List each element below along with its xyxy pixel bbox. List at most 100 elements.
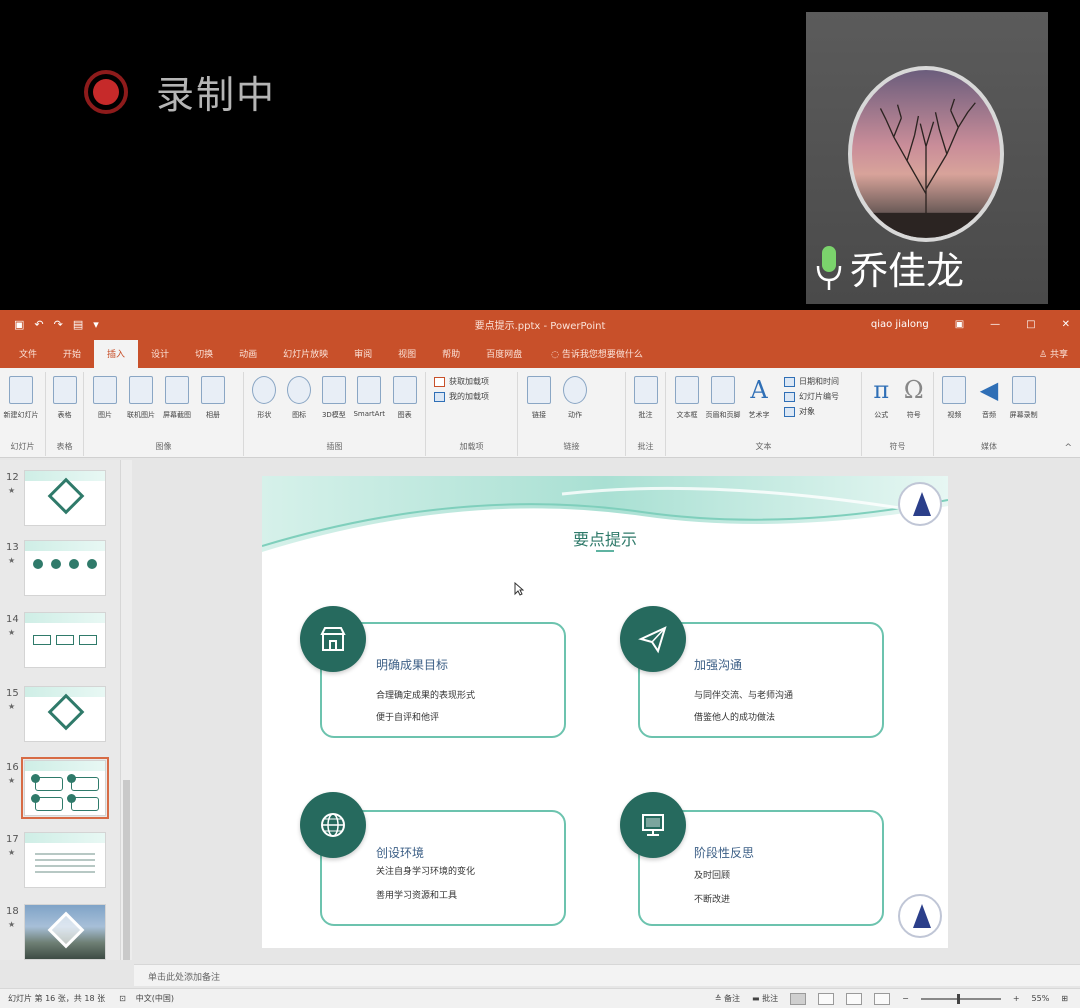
- pictures-button[interactable]: 图片: [90, 374, 120, 420]
- thumbnail-item[interactable]: 17 ★: [0, 832, 118, 896]
- tell-me-search[interactable]: ◌ 告诉我您想要做什么: [551, 347, 643, 368]
- notes-pane[interactable]: 单击此处添加备注: [134, 964, 1080, 986]
- avatar: [848, 66, 1004, 242]
- group-label: 媒体: [981, 442, 997, 451]
- reading-view-button[interactable]: [846, 992, 863, 1005]
- comment-button[interactable]: 批注: [632, 374, 659, 420]
- animation-star-icon: ★: [8, 556, 16, 565]
- photo-album-label: 相册: [206, 411, 220, 419]
- action-icon: [563, 376, 587, 404]
- my-addins-icon: [434, 391, 445, 402]
- participant-video-tile[interactable]: 乔佳龙: [806, 12, 1048, 304]
- zoom-out-icon[interactable]: −: [902, 994, 909, 1003]
- tab-transitions[interactable]: 切换: [182, 347, 226, 368]
- object-button[interactable]: 对象: [784, 406, 839, 417]
- tab-slideshow[interactable]: 幻灯片放映: [270, 347, 341, 368]
- icons-button[interactable]: 图标: [285, 374, 314, 420]
- slideshow-view-button[interactable]: [874, 992, 891, 1005]
- zoom-in-icon[interactable]: +: [1013, 994, 1020, 1003]
- video-button[interactable]: 视频: [940, 374, 969, 420]
- zoom-level[interactable]: 55%: [1032, 994, 1050, 1003]
- slide-canvas[interactable]: 要点提示 明确成果目标 合理确定成果的表现形式 便于自评和他评 加强沟通 与同伴…: [262, 476, 948, 948]
- photo-album-button[interactable]: 相册: [198, 374, 228, 420]
- thumbnail-item[interactable]: 14 ★: [0, 612, 118, 676]
- collapse-ribbon-icon[interactable]: ^: [1064, 443, 1072, 453]
- thumbnail-item[interactable]: 12 ★: [0, 470, 118, 534]
- ribbon-display-options-icon[interactable]: ▣: [955, 319, 964, 330]
- comments-toggle-button[interactable]: ▬ 批注: [752, 993, 778, 1004]
- header-footer-button[interactable]: 页眉和页脚: [705, 374, 741, 420]
- fit-to-window-icon[interactable]: ⊞: [1061, 994, 1068, 1003]
- shapes-button[interactable]: 形状: [250, 374, 279, 420]
- screen-recording-label: 屏幕录制: [1009, 411, 1038, 419]
- new-slide-button[interactable]: 新建幻灯片: [4, 374, 39, 420]
- microphone-icon: [816, 245, 842, 290]
- calendar-icon: [784, 376, 795, 387]
- account-name[interactable]: qiao jialong: [871, 319, 929, 330]
- screenshot-label: 屏幕截图: [163, 411, 191, 419]
- screen-recording-button[interactable]: 屏幕录制: [1009, 374, 1038, 420]
- screenshot-button[interactable]: 屏幕截图: [162, 374, 192, 420]
- animation-star-icon: ★: [8, 776, 16, 785]
- date-time-label: 日期和时间: [799, 377, 839, 386]
- share-button[interactable]: ♙ 共享: [1039, 347, 1068, 360]
- table-button[interactable]: 表格: [52, 374, 77, 420]
- minimize-icon[interactable]: —: [990, 319, 1000, 330]
- shapes-label: 形状: [257, 411, 272, 419]
- tab-view[interactable]: 视图: [385, 347, 429, 368]
- wordart-icon: A: [750, 376, 768, 404]
- link-button[interactable]: 链接: [524, 374, 554, 420]
- textbox-icon: [675, 376, 699, 404]
- wordart-label: 艺术字: [748, 411, 770, 419]
- mouse-cursor-icon: [514, 582, 524, 596]
- notes-toggle-button[interactable]: ≙ 备注: [715, 993, 740, 1004]
- tab-file[interactable]: 文件: [6, 347, 50, 368]
- normal-view-button[interactable]: [790, 992, 807, 1005]
- my-addins-button[interactable]: 我的加载项: [434, 391, 517, 402]
- thumbnail-item[interactable]: 15 ★: [0, 686, 118, 750]
- equation-button[interactable]: π 公式: [868, 374, 895, 420]
- table-label: 表格: [57, 411, 72, 419]
- ribbon-group-illustrations: 形状 图标 3D模型 SmartArt 图表 插图: [244, 372, 426, 456]
- chart-button[interactable]: 图表: [390, 374, 419, 420]
- get-addins-button[interactable]: 获取加载项: [434, 376, 517, 387]
- tab-baidu-netdisk[interactable]: 百度网盘: [473, 347, 535, 368]
- date-time-button[interactable]: 日期和时间: [784, 376, 839, 387]
- action-button[interactable]: 动作: [560, 374, 590, 420]
- card-text: 借鉴他人的成功做法: [694, 713, 776, 723]
- tab-design[interactable]: 设计: [138, 347, 182, 368]
- thumbnail-item[interactable]: 18 ★: [0, 904, 118, 968]
- language-status[interactable]: 中文(中国): [136, 993, 174, 1004]
- tab-insert[interactable]: 插入: [94, 340, 139, 368]
- thumbnails-scrollbar[interactable]: [120, 460, 132, 960]
- tab-review[interactable]: 审阅: [341, 347, 385, 368]
- spellcheck-icon[interactable]: ⊡: [119, 994, 126, 1003]
- header-footer-label: 页眉和页脚: [705, 411, 741, 419]
- symbol-label: 符号: [906, 411, 921, 419]
- tab-help[interactable]: 帮助: [429, 347, 473, 368]
- tab-animations[interactable]: 动画: [226, 347, 270, 368]
- maximize-icon[interactable]: □: [1026, 319, 1035, 330]
- 3d-models-button[interactable]: 3D模型: [320, 374, 349, 420]
- status-bar: 幻灯片 第 16 张，共 18 张 ⊡ 中文(中国) ≙ 备注 ▬ 批注 − +…: [0, 988, 1080, 1008]
- record-dot-icon: [84, 69, 128, 114]
- zoom-slider[interactable]: [920, 993, 1001, 1004]
- slide-sorter-view-button[interactable]: [818, 992, 835, 1005]
- thumbnail-item-selected[interactable]: 16 ★: [0, 757, 118, 824]
- slide-number-button[interactable]: 幻灯片编号: [784, 391, 839, 402]
- get-addins-label: 获取加载项: [449, 377, 489, 386]
- textbox-button[interactable]: 文本框: [672, 374, 702, 420]
- smartart-button[interactable]: SmartArt: [353, 374, 385, 420]
- tab-home[interactable]: 开始: [50, 347, 94, 368]
- thumbnail-item[interactable]: 13 ★: [0, 540, 118, 604]
- picture-icon: [93, 376, 117, 404]
- wordart-button[interactable]: A 艺术字: [744, 374, 774, 420]
- shop-icon: [300, 606, 366, 672]
- online-pictures-button[interactable]: 联机图片: [126, 374, 156, 420]
- scrollbar-thumb[interactable]: [123, 780, 130, 960]
- audio-button[interactable]: ◀ 音频: [975, 374, 1004, 420]
- symbol-button[interactable]: Ω 符号: [901, 374, 928, 420]
- close-icon[interactable]: ✕: [1062, 319, 1070, 330]
- ribbon-group-text: 文本框 页眉和页脚 A 艺术字 日期和时间 幻灯片编号 对象 文本: [666, 372, 862, 456]
- thumbnail-number: 15: [6, 688, 19, 699]
